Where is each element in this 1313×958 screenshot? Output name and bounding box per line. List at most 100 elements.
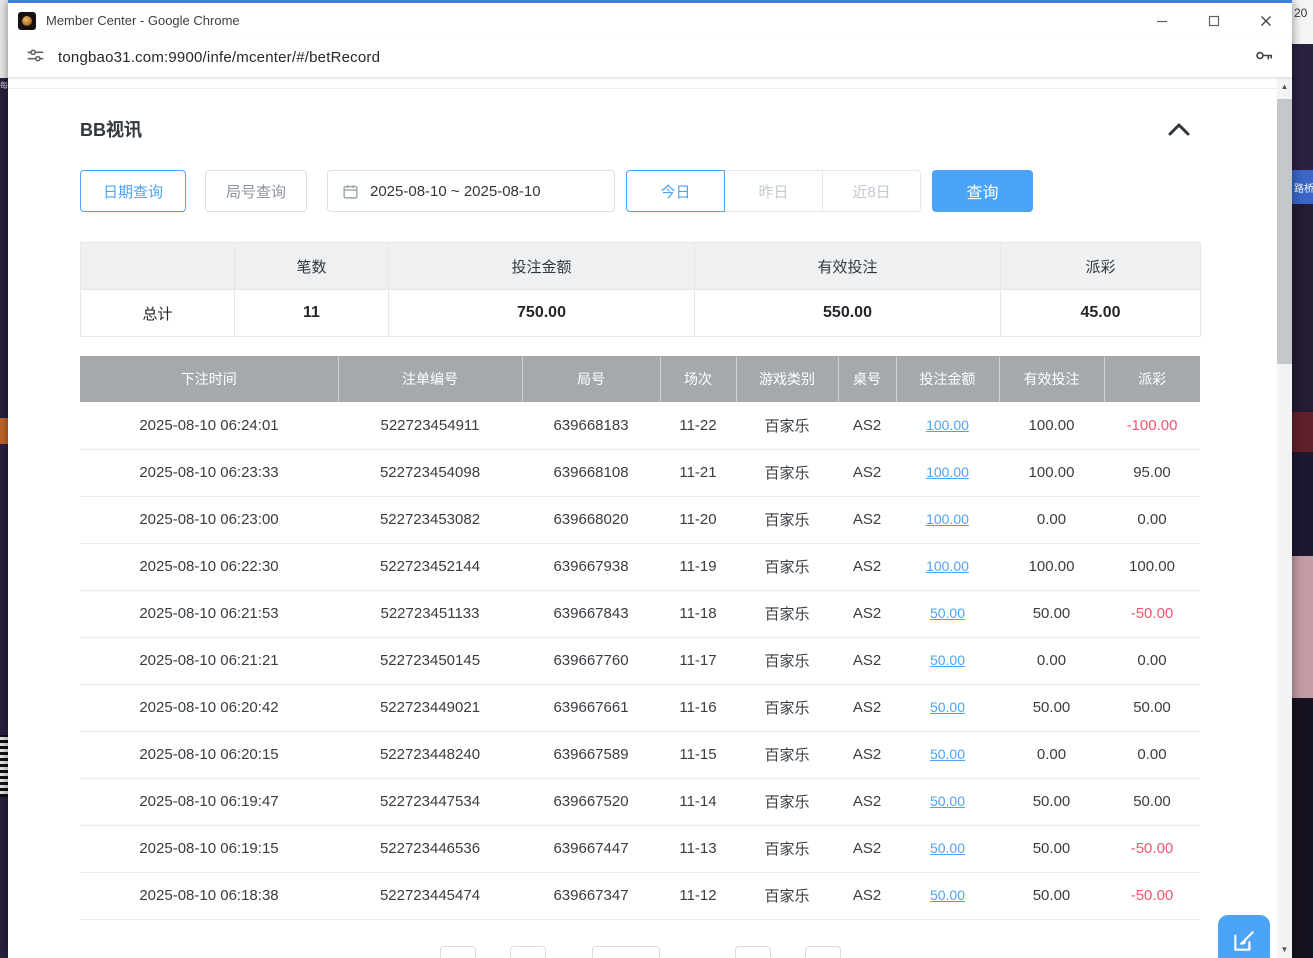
bet-amount-link[interactable]: 50.00	[930, 793, 965, 809]
cell-bet-time: 2025-08-10 06:24:01	[80, 402, 338, 449]
pagination-control-fragment[interactable]	[735, 946, 771, 958]
cell-bet-amount: 50.00	[896, 637, 999, 684]
cell-payout: 95.00	[1104, 449, 1200, 496]
favicon	[18, 12, 36, 30]
summary-total-valid-bet: 550.00	[695, 290, 1001, 337]
desktop-fragment	[1292, 556, 1313, 698]
cell-payout: 50.00	[1104, 778, 1200, 825]
cell-bet-id: 522723449021	[338, 684, 522, 731]
bet-table-header-row: 下注时间 注单编号 局号 场次 游戏类别 桌号 投注金额 有效投注 派彩	[80, 356, 1200, 402]
header-game-type: 游戏类别	[736, 356, 838, 402]
header-payout: 派彩	[1104, 356, 1200, 402]
scrollbar-up-arrow[interactable]: ▲	[1277, 78, 1292, 95]
cell-valid-bet: 50.00	[999, 684, 1104, 731]
window-title: Member Center - Google Chrome	[46, 13, 240, 28]
bet-amount-link[interactable]: 50.00	[930, 887, 965, 903]
cell-valid-bet: 100.00	[999, 449, 1104, 496]
bet-amount-link[interactable]: 100.00	[926, 511, 969, 527]
cell-bet-id: 522723452144	[338, 543, 522, 590]
bet-amount-link[interactable]: 50.00	[930, 746, 965, 762]
bet-amount-link[interactable]: 50.00	[930, 840, 965, 856]
bet-amount-link[interactable]: 50.00	[930, 652, 965, 668]
cell-payout: 0.00	[1104, 496, 1200, 543]
cell-bet-id: 522723454098	[338, 449, 522, 496]
header-bet-id: 注单编号	[338, 356, 522, 402]
desktop-fragment-text: 每	[0, 80, 8, 91]
cell-round-no: 639667347	[522, 872, 660, 919]
round-query-tab[interactable]: 局号查询	[205, 170, 307, 212]
desktop-fragment	[1292, 204, 1313, 412]
cell-bet-id: 522723454911	[338, 402, 522, 449]
cell-valid-bet: 0.00	[999, 496, 1104, 543]
desktop-fragment	[0, 418, 8, 444]
maximize-button[interactable]	[1188, 3, 1240, 38]
bet-record-row: 2025-08-10 06:20:42 522723449021 6396676…	[80, 684, 1200, 731]
today-button[interactable]: 今日	[626, 170, 725, 212]
cell-game-type: 百家乐	[736, 731, 838, 778]
address-bar[interactable]: tongbao31.com:9900/infe/mcenter/#/betRec…	[58, 49, 1240, 66]
bet-amount-link[interactable]: 100.00	[926, 464, 969, 480]
cell-game-type: 百家乐	[736, 778, 838, 825]
cell-payout: 50.00	[1104, 684, 1200, 731]
summary-total-payout: 45.00	[1001, 290, 1201, 337]
pagination-size-select-fragment[interactable]	[592, 946, 660, 958]
summary-header-row: 笔数 投注金额 有效投注 派彩	[81, 243, 1201, 290]
pagination-control-fragment[interactable]	[805, 946, 841, 958]
cell-bet-amount: 100.00	[896, 543, 999, 590]
cell-bet-amount: 100.00	[896, 402, 999, 449]
browser-window: Member Center - Google Chrome tongbao31.…	[8, 0, 1292, 958]
header-valid-bet: 有效投注	[999, 356, 1104, 402]
minimize-button[interactable]	[1136, 3, 1188, 38]
bet-record-row: 2025-08-10 06:19:15 522723446536 6396674…	[80, 825, 1200, 872]
browser-scrollbar[interactable]: ▲ ▼	[1277, 78, 1292, 958]
divider	[8, 88, 1277, 89]
cell-table-no: AS2	[838, 778, 896, 825]
bet-amount-link[interactable]: 50.00	[930, 699, 965, 715]
collapse-section-button[interactable]	[1164, 118, 1194, 140]
cell-session: 11-14	[660, 778, 736, 825]
search-button[interactable]: 查询	[932, 170, 1033, 212]
bet-amount-link[interactable]: 100.00	[926, 417, 969, 433]
cell-bet-amount: 50.00	[896, 778, 999, 825]
feedback-compose-button[interactable]	[1218, 915, 1270, 958]
cell-round-no: 639667447	[522, 825, 660, 872]
password-key-icon[interactable]	[1253, 45, 1274, 71]
cell-round-no: 639668020	[522, 496, 660, 543]
cell-payout: 0.00	[1104, 637, 1200, 684]
cell-game-type: 百家乐	[736, 449, 838, 496]
cell-bet-time: 2025-08-10 06:20:42	[80, 684, 338, 731]
yesterday-button[interactable]: 昨日	[724, 170, 823, 212]
cell-payout: -100.00	[1104, 402, 1200, 449]
scrollbar-down-arrow[interactable]: ▼	[1277, 941, 1292, 958]
pagination-control-fragment[interactable]	[510, 946, 546, 958]
bet-amount-link[interactable]: 50.00	[930, 605, 965, 621]
cell-bet-time: 2025-08-10 06:18:38	[80, 872, 338, 919]
desktop-fragment	[1292, 412, 1313, 452]
cell-table-no: AS2	[838, 543, 896, 590]
site-settings-icon[interactable]	[26, 46, 45, 70]
date-range-picker[interactable]: 2025-08-10 ~ 2025-08-10	[327, 170, 615, 212]
summary-total-count: 11	[235, 290, 389, 337]
bet-amount-link[interactable]: 100.00	[926, 558, 969, 574]
last-8-days-button[interactable]: 近8日	[822, 170, 921, 212]
cell-bet-id: 522723450145	[338, 637, 522, 684]
window-controls	[1136, 3, 1292, 38]
date-query-tab[interactable]: 日期查询	[80, 170, 186, 212]
cell-bet-amount: 50.00	[896, 590, 999, 637]
cell-session: 11-17	[660, 637, 736, 684]
summary-total-bet-amount: 750.00	[389, 290, 695, 337]
cell-game-type: 百家乐	[736, 496, 838, 543]
cell-table-no: AS2	[838, 825, 896, 872]
scrollbar-thumb[interactable]	[1277, 99, 1292, 364]
desktop-fragment	[1292, 44, 1313, 170]
cell-table-no: AS2	[838, 590, 896, 637]
close-button[interactable]	[1240, 3, 1292, 38]
desktop-fragment	[0, 0, 8, 78]
bet-record-page: BB视讯 日期查询 局号查询 2025-08-10 ~ 2025-08-10 今…	[8, 78, 1277, 958]
bet-record-row: 2025-08-10 06:23:33 522723454098 6396681…	[80, 449, 1200, 496]
cell-bet-time: 2025-08-10 06:23:00	[80, 496, 338, 543]
cell-game-type: 百家乐	[736, 543, 838, 590]
desktop-fragment	[1292, 452, 1313, 556]
pagination-control-fragment[interactable]	[440, 946, 476, 958]
header-bet-time: 下注时间	[80, 356, 338, 402]
